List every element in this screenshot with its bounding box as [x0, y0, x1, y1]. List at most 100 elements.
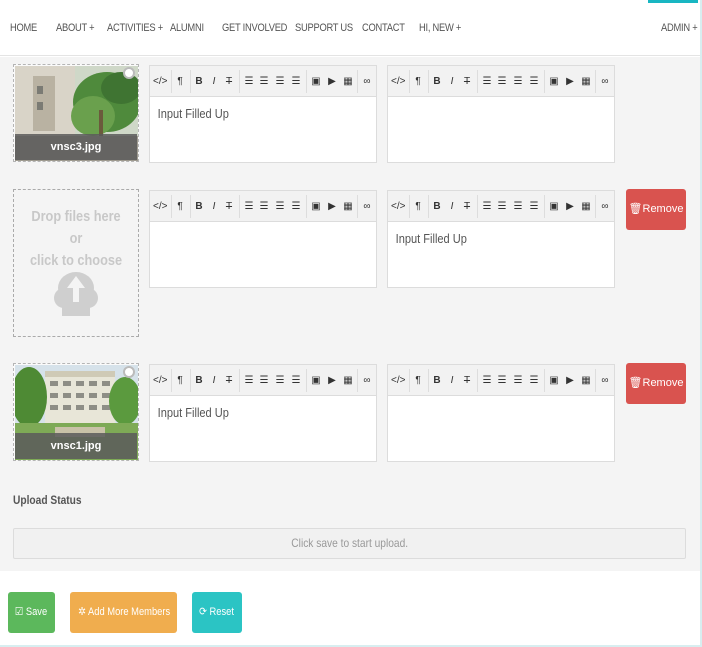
- paragraph-button[interactable]: ¶: [412, 73, 424, 90]
- select-radio-1[interactable]: [123, 67, 135, 79]
- strikethrough-button[interactable]: T: [223, 372, 235, 389]
- video-icon[interactable]: ▶: [564, 198, 576, 215]
- code-view-button[interactable]: </>: [391, 73, 405, 90]
- italic-button[interactable]: I: [208, 198, 220, 215]
- remove-member-button-2[interactable]: 🗑Remove: [626, 189, 686, 230]
- link-icon[interactable]: ∞: [360, 73, 374, 90]
- image-icon[interactable]: ▣: [310, 73, 322, 90]
- editor-left-3[interactable]: </> ¶ B I T ☰ ☰ ☰ ☰ ▣ ▶ ▦ ∞ Input Filled…: [149, 364, 377, 462]
- paragraph-button[interactable]: ¶: [412, 198, 424, 215]
- editor-content[interactable]: [388, 396, 580, 414]
- ordered-list-icon[interactable]: ☰: [258, 198, 270, 215]
- bold-button[interactable]: B: [193, 372, 205, 389]
- editor-right-1[interactable]: </> ¶ B I T ☰ ☰ ☰ ☰ ▣ ▶ ▦ ∞: [387, 65, 615, 163]
- indent-icon[interactable]: ☰: [290, 73, 302, 90]
- italic-button[interactable]: I: [208, 73, 220, 90]
- ordered-list-icon[interactable]: ☰: [496, 372, 508, 389]
- outdent-icon[interactable]: ☰: [512, 73, 524, 90]
- ordered-list-icon[interactable]: ☰: [258, 73, 270, 90]
- nav-about[interactable]: ABOUT +: [56, 22, 95, 34]
- bold-button[interactable]: B: [193, 198, 205, 215]
- reset-button[interactable]: ⟳ Reset: [192, 592, 242, 633]
- strikethrough-button[interactable]: T: [223, 73, 235, 90]
- bold-button[interactable]: B: [431, 372, 443, 389]
- video-icon[interactable]: ▶: [564, 372, 576, 389]
- outdent-icon[interactable]: ☰: [512, 198, 524, 215]
- italic-button[interactable]: I: [446, 73, 458, 90]
- italic-button[interactable]: I: [446, 372, 458, 389]
- member-image-1[interactable]: vnsc3.jpg: [13, 64, 139, 162]
- link-icon[interactable]: ∞: [598, 73, 612, 90]
- table-icon[interactable]: ▦: [342, 73, 354, 90]
- table-icon[interactable]: ▦: [342, 372, 354, 389]
- italic-button[interactable]: I: [208, 372, 220, 389]
- editor-content[interactable]: [388, 97, 580, 115]
- link-icon[interactable]: ∞: [360, 198, 374, 215]
- video-icon[interactable]: ▶: [564, 73, 576, 90]
- table-icon[interactable]: ▦: [342, 198, 354, 215]
- code-view-button[interactable]: </>: [391, 372, 405, 389]
- strikethrough-button[interactable]: T: [461, 198, 473, 215]
- indent-icon[interactable]: ☰: [290, 372, 302, 389]
- indent-icon[interactable]: ☰: [290, 198, 302, 215]
- video-icon[interactable]: ▶: [326, 372, 338, 389]
- outdent-icon[interactable]: ☰: [274, 372, 286, 389]
- video-icon[interactable]: ▶: [326, 198, 338, 215]
- code-view-button[interactable]: </>: [153, 372, 167, 389]
- nav-alumni[interactable]: ALUMNI: [170, 22, 204, 34]
- unordered-list-icon[interactable]: ☰: [481, 73, 493, 90]
- image-icon[interactable]: ▣: [548, 372, 560, 389]
- unordered-list-icon[interactable]: ☰: [481, 198, 493, 215]
- image-icon[interactable]: ▣: [310, 372, 322, 389]
- nav-user-menu[interactable]: HI, NEW +: [419, 22, 461, 34]
- strikethrough-button[interactable]: T: [461, 372, 473, 389]
- code-view-button[interactable]: </>: [391, 198, 405, 215]
- image-icon[interactable]: ▣: [548, 73, 560, 90]
- ordered-list-icon[interactable]: ☰: [496, 198, 508, 215]
- editor-right-2[interactable]: </> ¶ B I T ☰ ☰ ☰ ☰ ▣ ▶ ▦ ∞ Input Filled…: [387, 190, 615, 288]
- editor-right-3[interactable]: </> ¶ B I T ☰ ☰ ☰ ☰ ▣ ▶ ▦ ∞: [387, 364, 615, 462]
- select-radio-3[interactable]: [123, 366, 135, 378]
- editor-left-2[interactable]: </> ¶ B I T ☰ ☰ ☰ ☰ ▣ ▶ ▦ ∞: [149, 190, 377, 288]
- unordered-list-icon[interactable]: ☰: [243, 198, 255, 215]
- editor-content[interactable]: Input Filled Up: [388, 222, 580, 255]
- unordered-list-icon[interactable]: ☰: [481, 372, 493, 389]
- add-more-members-button[interactable]: ✲ Add More Members: [70, 592, 177, 633]
- nav-activities[interactable]: ACTIVITIES +: [107, 22, 163, 34]
- file-dropzone[interactable]: Drop files here or click to choose: [13, 189, 139, 337]
- member-image-3[interactable]: vnsc1.jpg: [13, 363, 139, 461]
- paragraph-button[interactable]: ¶: [174, 73, 186, 90]
- editor-content[interactable]: [150, 222, 342, 240]
- unordered-list-icon[interactable]: ☰: [243, 73, 255, 90]
- bold-button[interactable]: B: [431, 73, 443, 90]
- indent-icon[interactable]: ☰: [528, 198, 540, 215]
- editor-content[interactable]: Input Filled Up: [150, 97, 342, 130]
- paragraph-button[interactable]: ¶: [412, 372, 424, 389]
- bold-button[interactable]: B: [431, 198, 443, 215]
- nav-contact[interactable]: CONTACT: [362, 22, 405, 34]
- link-icon[interactable]: ∞: [598, 372, 612, 389]
- save-button[interactable]: ☑ Save: [8, 592, 55, 633]
- nav-get-involved[interactable]: GET INVOLVED: [222, 22, 287, 34]
- code-view-button[interactable]: </>: [153, 73, 167, 90]
- image-icon[interactable]: ▣: [310, 198, 322, 215]
- table-icon[interactable]: ▦: [580, 372, 592, 389]
- editor-left-1[interactable]: </> ¶ B I T ☰ ☰ ☰ ☰ ▣ ▶ ▦ ∞ Input Filled…: [149, 65, 377, 163]
- video-icon[interactable]: ▶: [326, 73, 338, 90]
- ordered-list-icon[interactable]: ☰: [258, 372, 270, 389]
- paragraph-button[interactable]: ¶: [174, 372, 186, 389]
- link-icon[interactable]: ∞: [598, 198, 612, 215]
- indent-icon[interactable]: ☰: [528, 73, 540, 90]
- nav-home[interactable]: HOME: [10, 22, 37, 34]
- remove-member-button-3[interactable]: 🗑Remove: [626, 363, 686, 404]
- paragraph-button[interactable]: ¶: [174, 198, 186, 215]
- editor-content[interactable]: Input Filled Up: [150, 396, 342, 429]
- strikethrough-button[interactable]: T: [461, 73, 473, 90]
- nav-admin-menu[interactable]: ADMIN +: [661, 22, 698, 34]
- indent-icon[interactable]: ☰: [528, 372, 540, 389]
- outdent-icon[interactable]: ☰: [274, 73, 286, 90]
- outdent-icon[interactable]: ☰: [512, 372, 524, 389]
- table-icon[interactable]: ▦: [580, 198, 592, 215]
- image-icon[interactable]: ▣: [548, 198, 560, 215]
- bold-button[interactable]: B: [193, 73, 205, 90]
